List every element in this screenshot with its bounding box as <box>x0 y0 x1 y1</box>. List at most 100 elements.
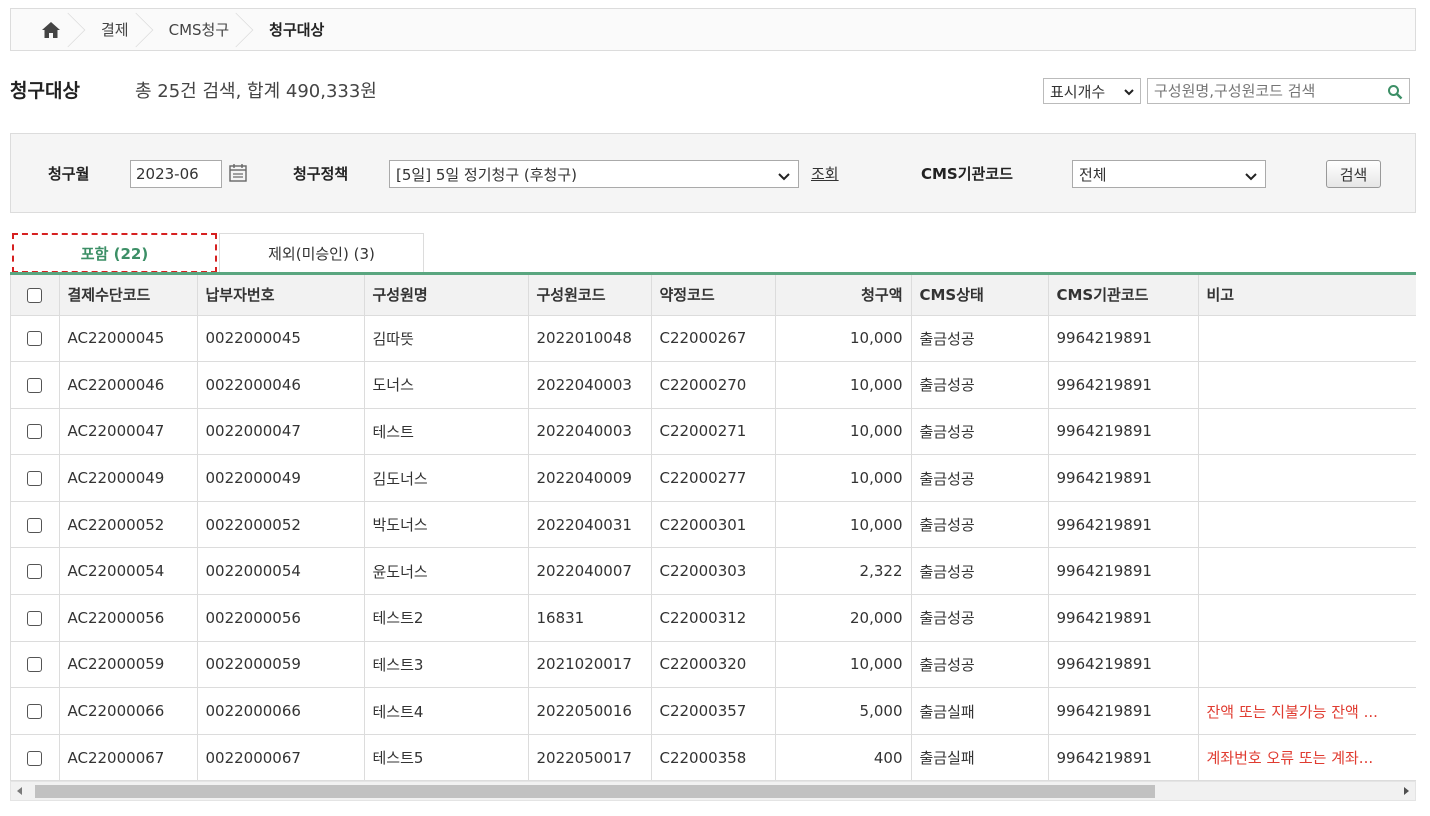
table-row[interactable]: AC22000056 0022000056 테스트2 16831 C22000312 20… <box>11 594 1416 642</box>
cell-contract: C22000277 <box>651 454 776 502</box>
row-checkbox[interactable] <box>27 610 43 626</box>
select-all-checkbox[interactable] <box>27 287 43 303</box>
cell-code: AC22000049 <box>59 454 198 502</box>
cell-member: 2022040007 <box>528 547 652 596</box>
cell-name: 테스트4 <box>364 687 529 735</box>
table-row[interactable]: AC22000054 0022000054 윤도너스 2022040007 C22000… <box>11 547 1416 596</box>
cell-code: AC22000067 <box>59 734 198 781</box>
cell-contract: C22000312 <box>651 594 776 642</box>
cell-payer: 0022000056 <box>197 594 365 642</box>
cell-note <box>1198 361 1416 409</box>
cell-payer: 0022000046 <box>197 361 365 409</box>
billing-month-input[interactable]: 2023-06 <box>130 160 222 188</box>
column-header[interactable]: 청구액 <box>775 275 912 316</box>
cell-amount: 20,000 <box>775 594 912 642</box>
table-row[interactable]: AC22000047 0022000047 테스트 2022040003 C220002… <box>11 408 1416 456</box>
breadcrumb: 결제 CMS청구 청구대상 <box>10 8 1416 51</box>
row-select-cell[interactable] <box>11 734 60 781</box>
row-select-cell[interactable] <box>11 687 60 735</box>
cell-code: AC22000047 <box>59 408 198 456</box>
row-select-cell[interactable] <box>11 594 60 642</box>
column-header[interactable]: CMS기관코드 <box>1048 275 1199 316</box>
chevron-down-icon <box>1124 89 1134 96</box>
cell-payer: 0022000047 <box>197 408 365 456</box>
row-select-cell[interactable] <box>11 408 60 456</box>
cell-member: 2021020017 <box>528 641 652 689</box>
table-row[interactable]: AC22000067 0022000067 테스트5 2022050017 C22000… <box>11 734 1416 781</box>
select-all-cell[interactable] <box>11 275 60 316</box>
row-checkbox[interactable] <box>27 704 43 720</box>
cell-member: 16831 <box>528 594 652 642</box>
cell-member: 2022010048 <box>528 315 652 363</box>
horizontal-scrollbar[interactable] <box>10 781 1416 801</box>
display-count-select[interactable]: 표시개수 <box>1043 78 1141 104</box>
tab-excluded[interactable]: 제외(미승인) (3) <box>219 233 424 273</box>
cell-status: 출금실패 <box>911 687 1049 735</box>
scroll-left-icon[interactable] <box>17 787 22 795</box>
search-button[interactable]: 검색 <box>1326 160 1381 188</box>
tab-included[interactable]: 포함 (22) <box>12 233 217 273</box>
cell-status: 출금성공 <box>911 641 1049 689</box>
cell-cms: 9964219891 <box>1048 687 1199 735</box>
column-header[interactable]: 구성원코드 <box>528 275 652 316</box>
breadcrumb-home[interactable] <box>11 9 86 50</box>
row-checkbox[interactable] <box>27 471 43 487</box>
result-summary: 총 25건 검색, 합계 490,333원 <box>135 81 377 102</box>
row-checkbox[interactable] <box>27 331 43 347</box>
row-select-cell[interactable] <box>11 501 60 549</box>
row-select-cell[interactable] <box>11 361 60 409</box>
cell-amount: 10,000 <box>775 315 912 363</box>
column-header[interactable]: 약정코드 <box>651 275 776 316</box>
cell-amount: 5,000 <box>775 687 912 735</box>
billing-policy-select[interactable]: [5일] 5일 정기청구 (후청구) <box>389 160 799 188</box>
search-icon[interactable] <box>1387 84 1403 100</box>
table-row[interactable]: AC22000049 0022000049 김도너스 2022040009 C22000… <box>11 454 1416 502</box>
table-row[interactable]: AC22000059 0022000059 테스트3 2021020017 C22000… <box>11 641 1416 689</box>
column-header[interactable]: 구성원명 <box>364 275 529 316</box>
row-select-cell[interactable] <box>11 315 60 363</box>
row-checkbox[interactable] <box>27 424 43 440</box>
member-search-input[interactable] <box>1154 82 1374 100</box>
cell-cms: 9964219891 <box>1048 594 1199 642</box>
row-checkbox[interactable] <box>27 564 43 580</box>
filter-panel: 청구월 2023-06 청구정책 [5일] 5일 정기청구 (후청구) 조회 C… <box>10 133 1416 213</box>
column-header[interactable]: 비고 <box>1198 275 1416 316</box>
scrollbar-thumb[interactable] <box>35 785 1155 798</box>
breadcrumb-label: 청구대상 <box>269 21 325 39</box>
row-checkbox[interactable] <box>27 657 43 673</box>
table-row[interactable]: AC22000066 0022000066 테스트4 2022050016 C22000… <box>11 687 1416 735</box>
row-select-cell[interactable] <box>11 547 60 596</box>
cell-name: 도너스 <box>364 361 529 409</box>
cell-cms: 9964219891 <box>1048 641 1199 689</box>
lookup-link[interactable]: 조회 <box>811 163 839 184</box>
display-count-label: 표시개수 <box>1050 82 1106 101</box>
row-checkbox[interactable] <box>27 750 43 766</box>
table-row[interactable]: AC22000046 0022000046 도너스 2022040003 C220002… <box>11 361 1416 409</box>
breadcrumb-item-cms[interactable]: CMS청구 <box>147 9 254 50</box>
cell-code: AC22000066 <box>59 687 198 735</box>
table-row[interactable]: AC22000045 0022000045 김따뜻 2022010048 C220002… <box>11 315 1416 363</box>
breadcrumb-item-payment[interactable]: 결제 <box>79 9 153 50</box>
home-icon <box>42 21 60 38</box>
row-select-cell[interactable] <box>11 454 60 502</box>
billing-policy-value: [5일] 5일 정기청구 (후청구) <box>396 165 578 184</box>
member-search-box[interactable] <box>1147 78 1410 104</box>
cell-status: 출금실패 <box>911 734 1049 781</box>
cell-name: 김도너스 <box>364 454 529 502</box>
cell-name: 테스트 <box>364 408 529 456</box>
cms-code-select[interactable]: 전체 <box>1072 160 1266 188</box>
cell-member: 2022050017 <box>528 734 652 781</box>
column-header[interactable]: 납부자번호 <box>197 275 365 316</box>
table-row[interactable]: AC22000052 0022000052 박도너스 2022040031 C22000… <box>11 501 1416 549</box>
row-select-cell[interactable] <box>11 641 60 689</box>
cell-cms: 9964219891 <box>1048 361 1199 409</box>
column-header[interactable]: 결제수단코드 <box>59 275 198 316</box>
column-header[interactable]: CMS상태 <box>911 275 1049 316</box>
row-checkbox[interactable] <box>27 517 43 533</box>
scroll-right-icon[interactable] <box>1404 787 1409 795</box>
calendar-icon[interactable] <box>228 163 248 183</box>
cell-cms: 9964219891 <box>1048 547 1199 596</box>
cms-code-label: CMS기관코드 <box>921 165 1013 183</box>
table-header-row: 결제수단코드 납부자번호 구성원명 구성원코드 약정코드 청구액 CMS상태 C… <box>11 275 1416 316</box>
row-checkbox[interactable] <box>27 377 43 393</box>
